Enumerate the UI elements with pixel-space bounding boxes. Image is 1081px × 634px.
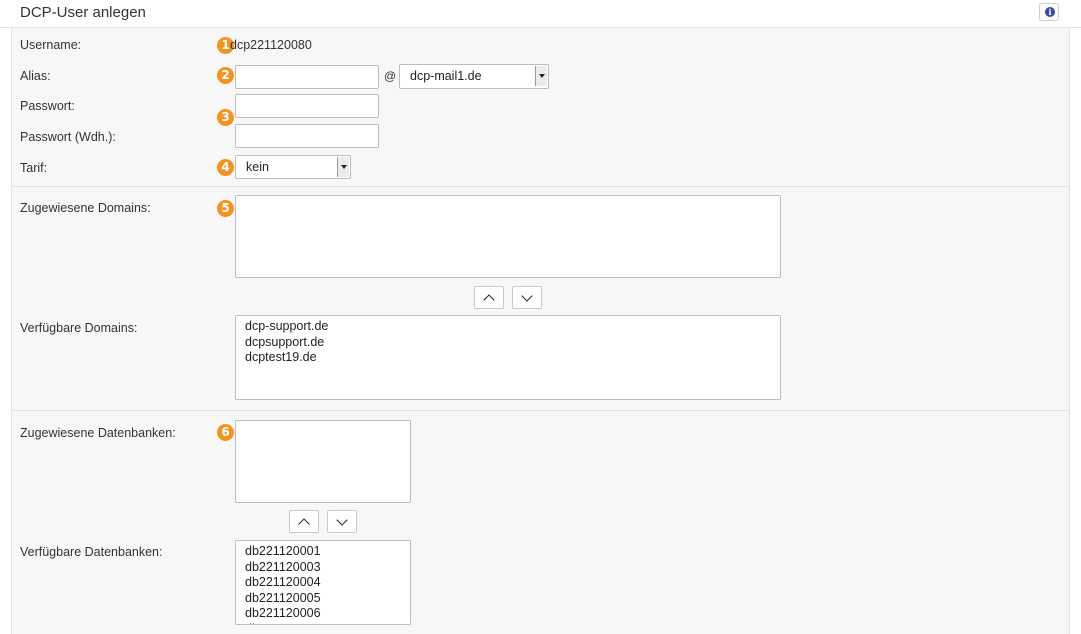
password-input[interactable] bbox=[235, 94, 379, 118]
assigned-domains-list[interactable] bbox=[235, 195, 781, 278]
assigned-databases-list[interactable] bbox=[235, 420, 411, 503]
tarif-selected: kein bbox=[246, 160, 269, 174]
alias-label: Alias: bbox=[20, 69, 51, 83]
list-item[interactable]: db221120005 bbox=[245, 591, 410, 607]
available-domains-label: Verfügbare Domains: bbox=[20, 321, 138, 335]
list-item[interactable]: db221120004 bbox=[245, 575, 410, 591]
username-label: Username: bbox=[20, 38, 82, 52]
tarif-select[interactable]: kein bbox=[235, 155, 351, 179]
caret-down-icon bbox=[535, 66, 547, 86]
step-badge-5: 5 bbox=[217, 200, 234, 217]
caret-down-icon bbox=[337, 157, 349, 177]
step-badge-4: 4 bbox=[217, 159, 234, 176]
available-databases-list[interactable]: db221120001 db221120003 db221120004 db22… bbox=[235, 540, 411, 625]
form-panel: Username: 1 dcp221120080 Alias: 2 @ dcp-… bbox=[11, 28, 1070, 634]
assigned-domains-label: Zugewiesene Domains: bbox=[20, 201, 151, 215]
section-divider bbox=[12, 186, 1069, 187]
info-button[interactable]: i bbox=[1039, 3, 1059, 21]
list-item[interactable]: dcp-support.de bbox=[245, 319, 780, 335]
password-label: Passwort: bbox=[20, 99, 75, 113]
at-sign: @ bbox=[384, 69, 397, 83]
section-divider bbox=[12, 410, 1069, 411]
assigned-databases-label: Zugewiesene Datenbanken: bbox=[20, 426, 176, 440]
mail-domain-selected: dcp-mail1.de bbox=[410, 69, 482, 83]
tarif-label: Tarif: bbox=[20, 161, 48, 175]
step-badge-3: 3 bbox=[217, 109, 234, 126]
alias-input[interactable] bbox=[235, 65, 379, 89]
chevron-up-icon bbox=[298, 518, 310, 530]
move-domain-down-button[interactable] bbox=[512, 286, 542, 309]
available-domains-list[interactable]: dcp-support.de dcpsupport.de dcptest19.d… bbox=[235, 315, 781, 400]
info-icon: i bbox=[1045, 7, 1055, 17]
mail-domain-select[interactable]: dcp-mail1.de bbox=[399, 64, 549, 89]
step-badge-6: 6 bbox=[217, 424, 234, 441]
move-database-down-button[interactable] bbox=[327, 510, 357, 533]
list-item[interactable]: db221120001 bbox=[245, 544, 410, 560]
list-item[interactable]: db221120003 bbox=[245, 560, 410, 576]
available-databases-label: Verfügbare Datenbanken: bbox=[20, 545, 163, 559]
chevron-up-icon bbox=[483, 294, 495, 306]
list-item[interactable]: dcptest19.de bbox=[245, 350, 780, 366]
chevron-down-icon bbox=[336, 514, 348, 526]
username-value: dcp221120080 bbox=[230, 38, 312, 52]
list-item[interactable]: db221120007 bbox=[245, 622, 410, 625]
step-badge-2: 2 bbox=[217, 67, 234, 84]
page-header: DCP-User anlegen i bbox=[0, 0, 1081, 28]
move-database-up-button[interactable] bbox=[289, 510, 319, 533]
page-title: DCP-User anlegen bbox=[20, 4, 146, 21]
chevron-down-icon bbox=[521, 290, 533, 302]
password-repeat-label: Passwort (Wdh.): bbox=[20, 130, 116, 144]
list-item[interactable]: db221120006 bbox=[245, 606, 410, 622]
password-repeat-input[interactable] bbox=[235, 124, 379, 148]
move-domain-up-button[interactable] bbox=[474, 286, 504, 309]
list-item[interactable]: dcpsupport.de bbox=[245, 335, 780, 351]
